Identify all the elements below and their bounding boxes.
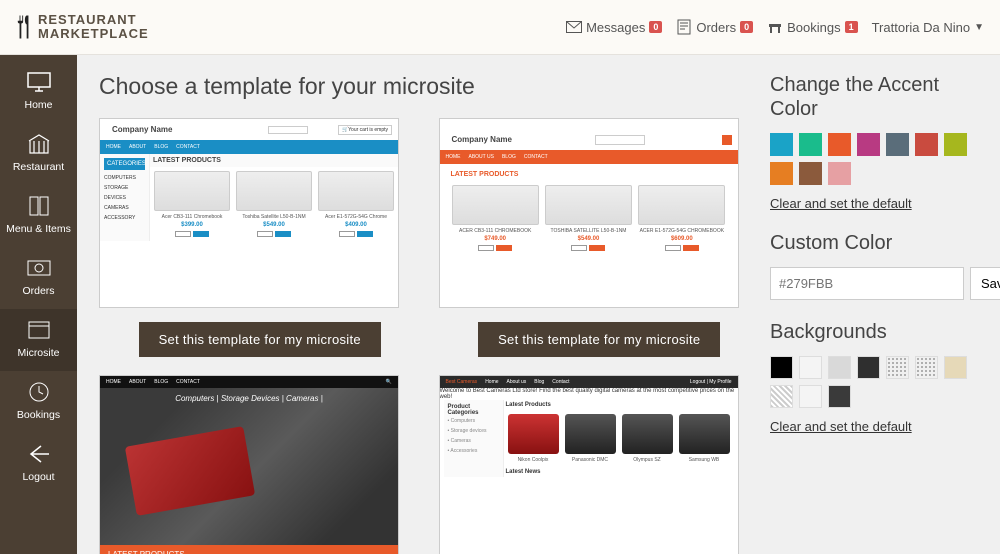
- clear-bg-link[interactable]: Clear and set the default: [770, 419, 912, 434]
- bg-swatch[interactable]: [944, 356, 967, 379]
- right-panel: Change the Accent Color Clear and set th…: [770, 73, 990, 554]
- accent-swatch[interactable]: [886, 133, 909, 156]
- logout-icon: [25, 443, 53, 465]
- receipt-icon: [676, 19, 692, 35]
- bg-swatch[interactable]: [828, 385, 851, 408]
- orders-link[interactable]: Orders 0: [676, 19, 753, 35]
- thumb-nav: HOMEABOUT BLOGCONTACT: [100, 140, 398, 154]
- set-template-button-1[interactable]: Set this template for my microsite: [139, 322, 381, 357]
- accent-swatches: [770, 133, 980, 185]
- thumb-notice: Welcome to Best Cameras Ltd store! Find …: [440, 388, 738, 400]
- backgrounds-title: Backgrounds: [770, 320, 980, 344]
- clear-accent-link[interactable]: Clear and set the default: [770, 196, 912, 211]
- thumb-company: Company Name: [106, 121, 178, 138]
- sidebar-home-label: Home: [0, 99, 77, 111]
- sidebar-item-orders[interactable]: Orders: [0, 247, 77, 309]
- bg-swatch[interactable]: [886, 356, 909, 379]
- accent-swatch[interactable]: [770, 133, 793, 156]
- accent-swatch[interactable]: [799, 162, 822, 185]
- sidebar-microsite-label: Microsite: [0, 347, 77, 359]
- template-thumb-2[interactable]: Company Name HOMEABOUT USBLOGCONTACT LAT…: [439, 118, 739, 308]
- bookings-link[interactable]: Bookings 1: [767, 19, 858, 35]
- fork-icon: [16, 19, 32, 35]
- envelope-icon: [566, 19, 582, 35]
- brand-logo[interactable]: RESTAURANT MARKETPLACE: [16, 13, 149, 42]
- custom-color-title: Custom Color: [770, 231, 980, 255]
- bg-swatch[interactable]: [857, 356, 880, 379]
- thumb-nav: HOMEABOUT USBLOGCONTACT: [440, 150, 738, 164]
- custom-color-input[interactable]: [770, 267, 964, 300]
- accent-swatch[interactable]: [770, 162, 793, 185]
- accent-swatch[interactable]: [828, 133, 851, 156]
- money-icon: [25, 257, 53, 279]
- template-thumb-3[interactable]: HOMEABOUTBLOGCONTACT🔍 Computers | Storag…: [99, 375, 399, 554]
- bookings-label: Bookings: [787, 20, 840, 35]
- sidebar-item-restaurant[interactable]: Restaurant: [0, 123, 77, 185]
- orders-badge: 0: [740, 21, 753, 33]
- table-icon: [767, 19, 783, 35]
- bg-swatch[interactable]: [828, 356, 851, 379]
- sidebar-orders-label: Orders: [0, 285, 77, 297]
- building-icon: [25, 133, 53, 155]
- bg-swatch[interactable]: [799, 356, 822, 379]
- template-card-4: Best CamerasHomeAbout usBlogContactLogou…: [439, 375, 761, 554]
- bg-swatch[interactable]: [770, 385, 793, 408]
- accent-swatch[interactable]: [799, 133, 822, 156]
- page-title: Choose a template for your microsite: [99, 73, 760, 100]
- book-icon: [25, 195, 53, 217]
- accent-swatch[interactable]: [828, 162, 851, 185]
- brand-text: RESTAURANT MARKETPLACE: [38, 13, 149, 42]
- accent-swatch[interactable]: [944, 133, 967, 156]
- template-thumb-4[interactable]: Best CamerasHomeAbout usBlogContactLogou…: [439, 375, 739, 554]
- template-card-3: HOMEABOUTBLOGCONTACT🔍 Computers | Storag…: [99, 375, 421, 554]
- bg-swatch[interactable]: [770, 356, 793, 379]
- accent-swatch[interactable]: [857, 133, 880, 156]
- sidebar-menu-label: Menu & Items: [0, 223, 77, 235]
- accent-color-title: Change the Accent Color: [770, 73, 980, 121]
- accent-swatch[interactable]: [915, 133, 938, 156]
- messages-badge: 0: [649, 21, 662, 33]
- header: RESTAURANT MARKETPLACE Messages 0 Orders…: [0, 0, 1000, 55]
- save-color-button[interactable]: Save: [970, 267, 1000, 300]
- sidebar-bookings-label: Bookings: [0, 409, 77, 421]
- messages-link[interactable]: Messages 0: [566, 19, 662, 35]
- sidebar-item-logout[interactable]: Logout: [0, 433, 77, 495]
- chevron-down-icon: ▼: [974, 22, 984, 33]
- window-icon: [25, 319, 53, 341]
- sidebar-item-microsite[interactable]: Microsite: [0, 309, 77, 371]
- sidebar: Home Restaurant Menu & Items Orders Micr…: [0, 55, 77, 554]
- messages-label: Messages: [586, 20, 645, 35]
- bookings-badge: 1: [845, 21, 858, 33]
- sidebar-item-bookings[interactable]: Bookings: [0, 371, 77, 433]
- orders-label: Orders: [696, 20, 736, 35]
- sidebar-item-home[interactable]: Home: [0, 61, 77, 123]
- sidebar-item-menu[interactable]: Menu & Items: [0, 185, 77, 247]
- header-right: Messages 0 Orders 0 Bookings 1 Trattoria…: [566, 19, 984, 35]
- user-menu[interactable]: Trattoria Da Nino ▼: [872, 20, 984, 35]
- user-label: Trattoria Da Nino: [872, 20, 971, 35]
- template-card-1: Company Name🛒Your cart is empty HOMEABOU…: [99, 118, 421, 357]
- template-card-2: Company Name HOMEABOUT USBLOGCONTACT LAT…: [439, 118, 761, 357]
- sidebar-restaurant-label: Restaurant: [0, 161, 77, 173]
- set-template-button-2[interactable]: Set this template for my microsite: [478, 322, 720, 357]
- background-swatches: [770, 356, 980, 408]
- clock-icon: [25, 381, 53, 403]
- bg-swatch[interactable]: [799, 385, 822, 408]
- main-content: Choose a template for your microsite Com…: [77, 55, 1000, 554]
- sidebar-logout-label: Logout: [0, 471, 77, 483]
- thumb-company: Company Name: [446, 131, 518, 148]
- template-grid: Company Name🛒Your cart is empty HOMEABOU…: [99, 118, 760, 554]
- template-thumb-1[interactable]: Company Name🛒Your cart is empty HOMEABOU…: [99, 118, 399, 308]
- bg-swatch[interactable]: [915, 356, 938, 379]
- monitor-icon: [25, 71, 53, 93]
